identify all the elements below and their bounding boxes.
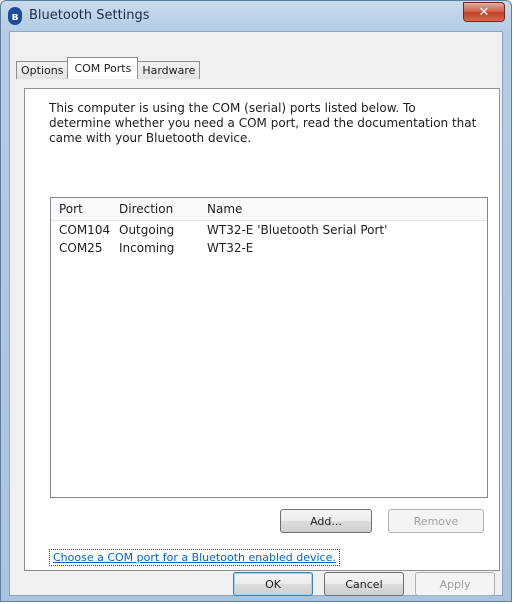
bluetooth-settings-window: ʙ Bluetooth Settings ✕ Options COM Ports… <box>0 0 512 602</box>
row-direction: Incoming <box>119 241 175 255</box>
column-header-direction[interactable]: Direction <box>111 202 199 216</box>
list-row[interactable]: COM25 Incoming WT32-E <box>51 239 487 257</box>
apply-button[interactable]: Apply <box>415 572 495 596</box>
com-port-list[interactable]: Port Direction Name COM104 Outgoing WT32… <box>50 197 488 498</box>
ok-button[interactable]: OK <box>233 572 313 596</box>
bluetooth-icon: ʙ <box>8 7 22 25</box>
tab-com-ports[interactable]: COM Ports <box>67 57 139 79</box>
tab-hardware[interactable]: Hardware <box>137 61 201 79</box>
add-button[interactable]: Add... <box>280 509 372 533</box>
tab-options[interactable]: Options <box>16 61 69 79</box>
choose-com-port-link[interactable]: Choose a COM port for a Bluetooth enable… <box>49 549 340 566</box>
cancel-button[interactable]: Cancel <box>324 572 404 596</box>
row-name: WT32-E 'Bluetooth Serial Port' <box>207 223 388 237</box>
com-ports-panel: This computer is using the COM (serial) … <box>24 88 500 571</box>
tab-strip: Options COM Ports Hardware <box>16 57 201 79</box>
column-header-name[interactable]: Name <box>199 202 487 216</box>
row-port: COM25 <box>59 241 103 255</box>
list-row[interactable]: COM104 Outgoing WT32-E 'Bluetooth Serial… <box>51 221 487 239</box>
dialog-body: Options COM Ports Hardware This computer… <box>9 31 503 596</box>
row-name: WT32-E <box>207 241 254 255</box>
remove-button[interactable]: Remove <box>388 509 484 533</box>
intro-text: This computer is using the COM (serial) … <box>49 101 477 145</box>
row-port: COM104 <box>59 223 111 237</box>
column-header-port[interactable]: Port <box>51 202 111 216</box>
window-title: Bluetooth Settings <box>29 8 150 23</box>
row-direction: Outgoing <box>119 223 175 237</box>
close-button[interactable]: ✕ <box>463 2 505 22</box>
title-bar[interactable]: ʙ Bluetooth Settings ✕ <box>1 1 511 31</box>
list-header: Port Direction Name <box>51 198 487 221</box>
